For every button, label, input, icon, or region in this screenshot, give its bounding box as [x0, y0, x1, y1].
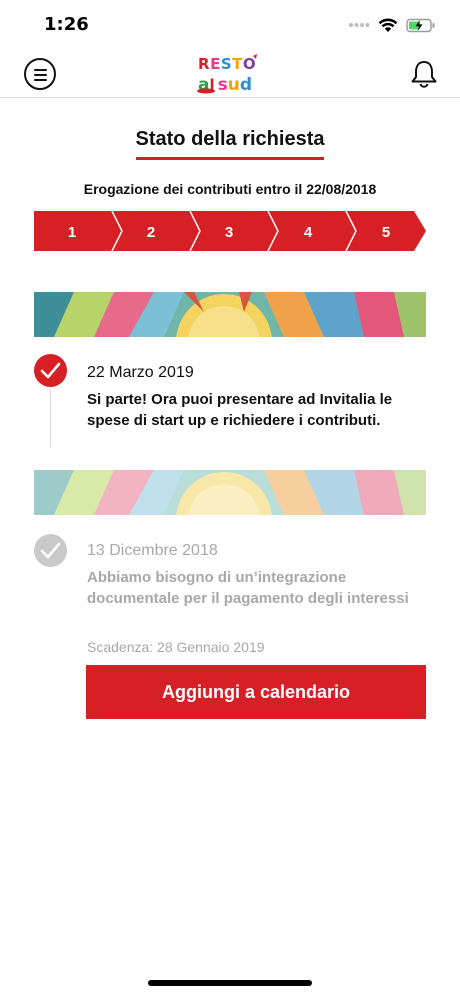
signal-icon [349, 23, 370, 27]
bell-icon[interactable] [408, 58, 440, 90]
status-time: 1:26 [44, 14, 89, 35]
home-indicator[interactable] [148, 980, 312, 986]
entry-deadline: Scadenza: 28 Gennaio 2019 [87, 639, 265, 655]
step-label-5: 5 [382, 224, 390, 241]
resto-al-sud-logo: RESTO al sud [196, 54, 266, 95]
entry-date: 22 Marzo 2019 [87, 364, 194, 381]
step-label-2: 2 [147, 224, 155, 241]
page-title-wrap: Stato della richiesta [0, 128, 460, 160]
add-to-calendar-button[interactable]: Aggiungi a calendario [86, 665, 426, 719]
entry-text: Abbiamo bisogno di un’integrazione docum… [87, 569, 409, 607]
step-arrow-1 [34, 211, 122, 251]
svg-text:RESTO: RESTO [198, 55, 256, 73]
page-title: Stato della richiesta [135, 128, 325, 160]
decorative-banner [34, 470, 426, 515]
step-label-1: 1 [68, 224, 76, 241]
decorative-banner [34, 292, 426, 337]
status-icons [348, 15, 436, 35]
check-icon-active [34, 354, 67, 387]
entry-text: Si parte! Ora puoi presentare ad Invital… [87, 391, 393, 429]
step-label-3: 3 [225, 224, 233, 241]
check-icon-done [34, 534, 67, 567]
step-arrow-3 [190, 211, 278, 251]
status-bar: 1:26 [0, 0, 460, 50]
hamburger-menu-icon[interactable] [24, 58, 56, 90]
page-subtitle: Erogazione dei contributi entro il 22/08… [83, 181, 377, 197]
step-arrow-2 [112, 211, 200, 251]
entry-date: 13 Dicembre 2018 [87, 542, 218, 559]
step-label-4: 4 [304, 224, 313, 241]
battery-charging-icon [406, 18, 435, 32]
wifi-icon [378, 18, 398, 32]
steps-progress: 1 2 3 4 5 [34, 211, 426, 251]
app-header: RESTO al sud [0, 48, 460, 98]
timeline-connector [50, 389, 51, 447]
